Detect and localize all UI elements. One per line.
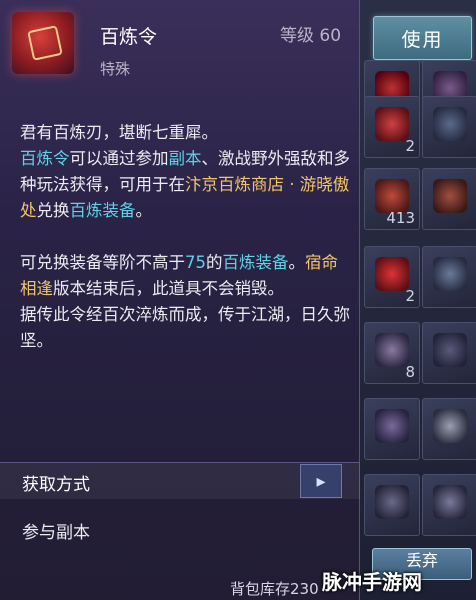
item-icon bbox=[433, 485, 467, 519]
item-description: 君有百炼刃，堪断七重犀。百炼令可以通过参加副本、激战野外强敌和多种玩法获得，可用… bbox=[20, 120, 350, 354]
item-icon bbox=[433, 179, 467, 213]
item-icon bbox=[375, 409, 409, 443]
item-icon bbox=[433, 107, 467, 141]
inventory-slot[interactable] bbox=[422, 474, 476, 536]
acquire-label: 获取方式 bbox=[22, 475, 90, 495]
inventory-slot[interactable] bbox=[422, 398, 476, 460]
description-text: 。 bbox=[135, 201, 153, 220]
inventory-slot[interactable]: 2 bbox=[364, 96, 420, 158]
item-count: 8 bbox=[405, 363, 415, 381]
item-icon bbox=[433, 257, 467, 291]
description-paragraph: 据传此令经百次淬炼而成，传于江湖，日久弥坚。 bbox=[20, 302, 350, 354]
description-paragraph: 君有百炼刃，堪断七重犀。 bbox=[20, 120, 350, 146]
storage-count: 背包库存230 bbox=[230, 580, 319, 598]
highlight-text: 副本 bbox=[168, 149, 202, 168]
description-text: 。 bbox=[288, 253, 306, 272]
use-button[interactable]: 使用 bbox=[373, 16, 472, 60]
item-type: 特殊 bbox=[100, 60, 131, 78]
inventory-slot[interactable]: 8 bbox=[364, 322, 420, 384]
inventory-slot[interactable] bbox=[422, 246, 476, 308]
description-paragraph: 百炼令可以通过参加副本、激战野外强敌和多种玩法获得，可用于在汴京百炼商店 · 游… bbox=[20, 146, 350, 224]
item-icon bbox=[433, 409, 467, 443]
highlight-text: 百炼令 bbox=[20, 149, 70, 168]
token-icon bbox=[375, 179, 409, 213]
emblem-icon bbox=[27, 25, 63, 61]
item-count: 2 bbox=[405, 287, 415, 305]
inventory-slot[interactable] bbox=[364, 474, 420, 536]
item-icon bbox=[433, 333, 467, 367]
item-icon bbox=[375, 485, 409, 519]
highlight-text: 75 bbox=[185, 253, 206, 272]
item-level: 等级 60 bbox=[280, 26, 342, 46]
description-paragraph: 可兑换装备等阶不高于75的百炼装备。宿命相逢版本结束后，此道具不会销毁。 bbox=[20, 250, 350, 302]
inventory-slot[interactable] bbox=[422, 168, 476, 230]
item-count: 413 bbox=[386, 209, 415, 227]
item-count: 2 bbox=[405, 137, 415, 155]
inventory-slot[interactable]: 2 bbox=[364, 246, 420, 308]
token-icon bbox=[12, 12, 74, 74]
chevron-right-icon[interactable]: ▸ bbox=[300, 464, 342, 498]
acquire-source[interactable]: 参与副本 bbox=[22, 518, 90, 543]
inventory-slot[interactable]: 413 bbox=[364, 168, 420, 230]
description-text: 君有百炼刃，堪断七重犀。 bbox=[20, 123, 218, 142]
description-text: 版本结束后，此道具不会销毁。 bbox=[53, 279, 284, 298]
token-icon bbox=[375, 107, 409, 141]
description-text: 据传此令经百次淬炼而成，传于江湖，日久弥坚。 bbox=[20, 305, 350, 350]
watermark: 脉冲手游网 bbox=[322, 570, 422, 594]
item-name: 百炼令 bbox=[100, 26, 158, 48]
inventory-slot[interactable] bbox=[364, 398, 420, 460]
description-text: 的 bbox=[206, 253, 223, 272]
item-icon bbox=[375, 333, 409, 367]
highlight-text: 百炼装备 bbox=[222, 253, 289, 272]
highlight-text: 百炼装备 bbox=[69, 201, 136, 220]
inventory-slot[interactable] bbox=[422, 96, 476, 158]
description-text: 可兑换装备等阶不高于 bbox=[20, 253, 185, 272]
inventory-slot[interactable] bbox=[422, 322, 476, 384]
item-tooltip-panel: 百炼令 特殊 等级 60 君有百炼刃，堪断七重犀。百炼令可以通过参加副本、激战野… bbox=[0, 0, 360, 600]
description-text: 可以通过参加 bbox=[69, 149, 169, 168]
description-text: 兑换 bbox=[36, 201, 70, 220]
token-icon bbox=[375, 257, 409, 291]
